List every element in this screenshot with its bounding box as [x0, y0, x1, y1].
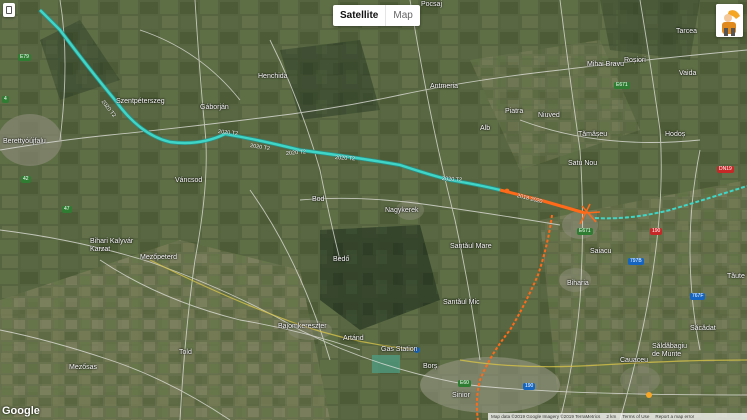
place-label: Tăute	[727, 273, 745, 280]
street-view-pegman-button[interactable]	[716, 4, 743, 37]
place-label: Mezőpeterd	[140, 254, 177, 261]
place-label: Roșiori	[624, 57, 646, 64]
place-label: Gas Station	[381, 346, 418, 353]
place-label: Berettyóújfalu	[3, 138, 46, 145]
place-label: Biharia	[567, 280, 589, 287]
place-label: Bajomkereszter	[278, 323, 327, 330]
place-label: Săldăbagiu de Munte	[652, 343, 688, 358]
place-label: Szentpéterszeg	[116, 98, 165, 105]
place-label: Mihai Bravu	[587, 61, 624, 68]
place-label: Told	[179, 349, 192, 356]
place-label: Santăul Mare	[450, 243, 492, 250]
place-label: Tămășeu	[578, 131, 608, 138]
road-shield: 190	[650, 228, 663, 235]
place-label: Hodoș	[665, 131, 686, 138]
report-error-link[interactable]: Report a map error	[655, 414, 694, 419]
place-label: Niuved	[538, 112, 560, 119]
map-button[interactable]: Map	[385, 5, 419, 26]
place-label: Vaida	[679, 70, 697, 77]
road-shield: 4	[2, 96, 9, 103]
road-shield: 190	[523, 383, 536, 390]
road-shield: 767F	[690, 293, 706, 300]
place-label: Tarcea	[676, 28, 698, 35]
place-label: Saiacu	[590, 248, 612, 255]
place-label: Mezősas	[69, 364, 98, 371]
place-label: Bedő	[333, 256, 350, 263]
road-shield: 42	[21, 176, 31, 183]
place-label: Bihari Kalyvár Karzat	[90, 238, 134, 253]
terms-link[interactable]: Terms of Use	[622, 414, 649, 419]
fullscreen-button[interactable]	[3, 3, 15, 17]
pegman-icon	[716, 4, 743, 37]
place-label: Sinior	[452, 392, 470, 399]
place-label: Săcădat	[690, 325, 716, 332]
place-label: Gáborján	[200, 104, 229, 111]
road-shield: E79	[18, 54, 31, 61]
place-label: Henchida	[258, 73, 288, 80]
map-type-control: Satellite Map	[333, 5, 420, 26]
attribution-bar: Map data ©2019 Google Imagery ©2019 Terr…	[488, 413, 747, 420]
place-label: Alb	[480, 125, 491, 132]
attribution-text: Map data ©2019 Google Imagery ©2019 Terr…	[491, 414, 601, 419]
place-label: Borș	[423, 363, 438, 370]
road-shield: 47	[62, 206, 72, 213]
place-label: Antmeria	[430, 83, 459, 90]
scale-label: 2 km	[606, 414, 617, 419]
place-label: Bod	[312, 196, 325, 203]
road-shield: 797B	[628, 258, 644, 265]
road-shield: E671	[614, 82, 630, 89]
google-logo: Google	[2, 405, 40, 417]
place-label: Pocsaj	[421, 1, 443, 8]
place-label: Santăul Mic	[443, 299, 480, 306]
road-shield: E671	[577, 228, 593, 235]
place-label: Nagykerek	[385, 207, 419, 214]
place-label: Piatra	[505, 108, 524, 115]
place-label: Cauaceu	[620, 357, 649, 364]
road-shield: E60	[458, 380, 471, 387]
map-canvas[interactable]: 2020 T2 2020 T2 2020 T2 2020 T2 2020 T2 …	[0, 0, 747, 420]
fullscreen-icon	[6, 6, 12, 14]
satellite-button[interactable]: Satellite	[333, 5, 385, 26]
place-label: Váncsod	[175, 177, 203, 184]
place-label: Satu Nou	[568, 160, 598, 167]
road-shield: DN19	[717, 166, 734, 173]
place-label: Artánd	[343, 335, 364, 342]
